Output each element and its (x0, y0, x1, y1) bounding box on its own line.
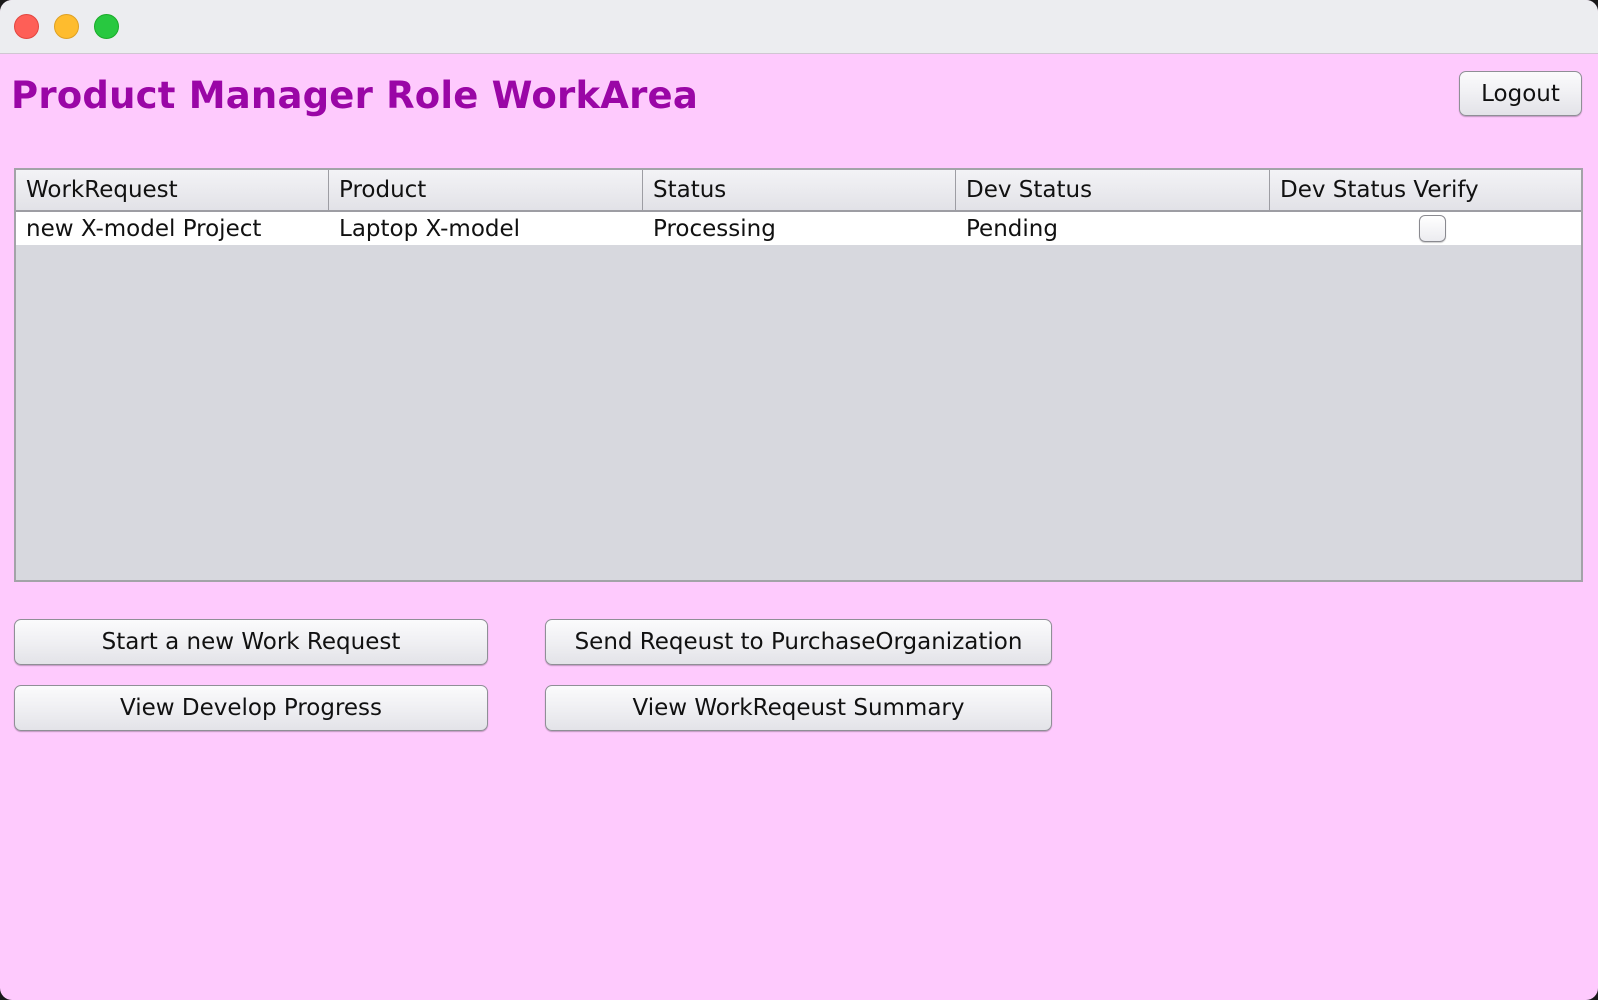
dev-status-verify-checkbox[interactable] (1419, 215, 1446, 242)
column-header-workrequest[interactable]: WorkRequest (16, 170, 329, 210)
start-new-work-request-button[interactable]: Start a new Work Request (14, 619, 488, 665)
send-request-to-purchase-organization-button[interactable]: Send Reqeust to PurchaseOrganization (545, 619, 1052, 665)
cell-status[interactable]: Processing (643, 212, 956, 245)
view-workrequest-summary-button[interactable]: View WorkReqeust Summary (545, 685, 1052, 731)
column-header-dev-status-verify[interactable]: Dev Status Verify (1270, 170, 1581, 210)
column-header-product[interactable]: Product (329, 170, 643, 210)
cell-dev-status-verify (1270, 212, 1581, 245)
app-window: Product Manager Role WorkArea Logout Wor… (0, 0, 1598, 1000)
logout-button[interactable]: Logout (1459, 71, 1582, 116)
work-request-table[interactable]: WorkRequest Product Status Dev Status De… (14, 168, 1583, 582)
maximize-window-icon[interactable] (94, 14, 119, 39)
close-window-icon[interactable] (14, 14, 39, 39)
table-header: WorkRequest Product Status Dev Status De… (16, 170, 1581, 212)
cell-work-request[interactable]: new X-model Project (16, 212, 329, 245)
view-develop-progress-button[interactable]: View Develop Progress (14, 685, 488, 731)
minimize-window-icon[interactable] (54, 14, 79, 39)
cell-product[interactable]: Laptop X-model (329, 212, 643, 245)
column-header-status[interactable]: Status (643, 170, 956, 210)
page-title: Product Manager Role WorkArea (11, 74, 698, 117)
cell-dev-status[interactable]: Pending (956, 212, 1270, 245)
title-bar (0, 0, 1598, 54)
table-row[interactable]: new X-model Project Laptop X-model Proce… (16, 212, 1581, 245)
column-header-dev-status[interactable]: Dev Status (956, 170, 1270, 210)
